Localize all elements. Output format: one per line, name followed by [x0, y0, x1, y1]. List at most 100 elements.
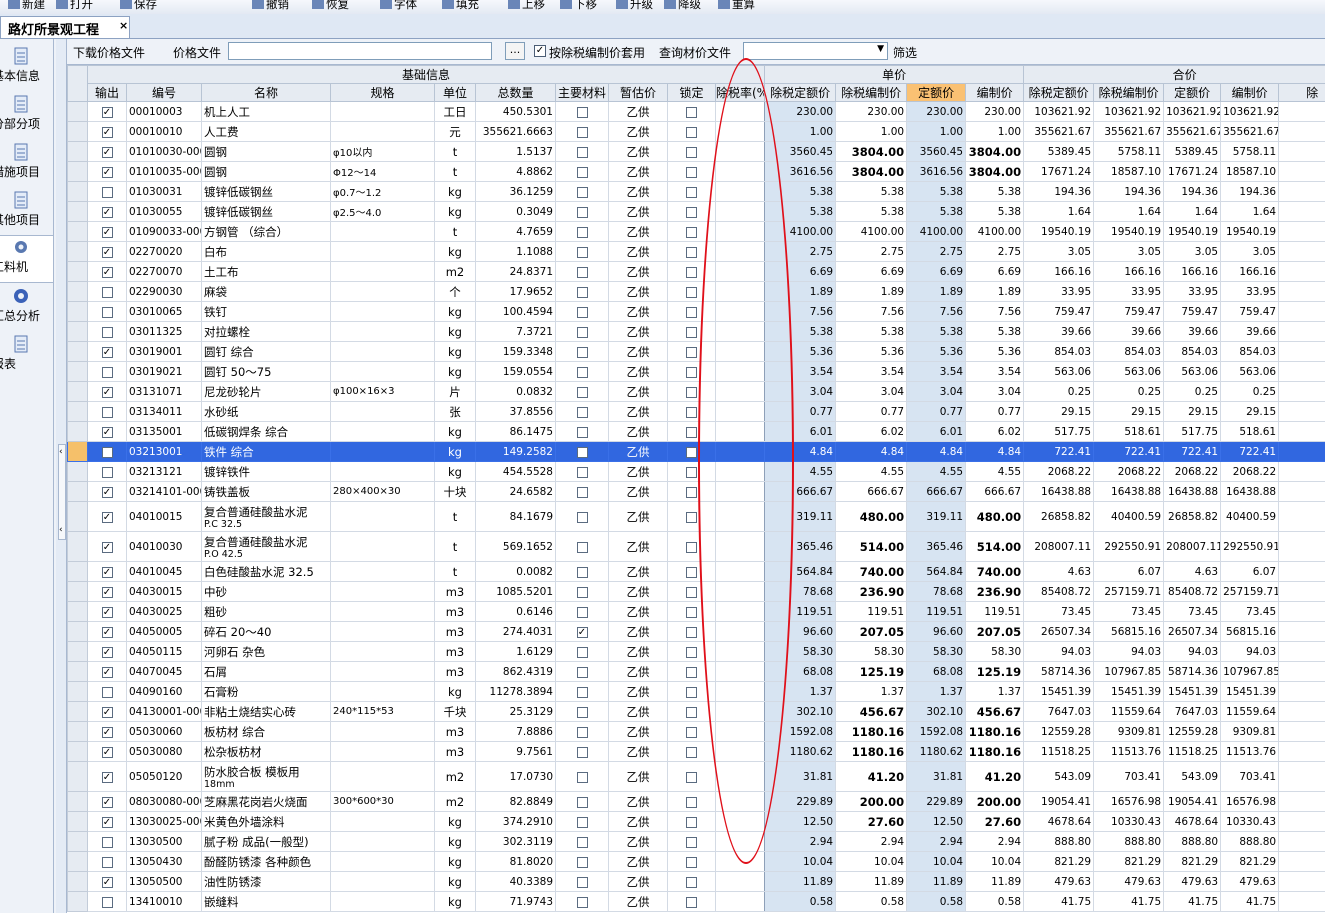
main-material-checkbox[interactable]: ✓ [576, 626, 588, 638]
lock-checkbox[interactable] [686, 626, 697, 638]
lock-checkbox[interactable] [686, 706, 697, 718]
table-row[interactable]: ✓ 03131071 尼龙砂轮片 φ100×16×3 片 0.0832 乙供 3.04 3.04… [67, 381, 1325, 402]
lock-checkbox[interactable] [686, 326, 697, 338]
lock-checkbox[interactable] [686, 726, 697, 738]
output-checkbox[interactable]: ✓ [101, 816, 113, 828]
main-material-checkbox[interactable] [576, 206, 588, 218]
lock-checkbox[interactable] [686, 246, 697, 258]
main-material-checkbox[interactable] [576, 286, 588, 298]
table-row[interactable]: ✓ 13050500 油性防锈漆 kg 40.3389 乙供 11.89 11.89 11.89… [67, 871, 1325, 892]
table-row[interactable]: ✓ 00010003 机上人工 工日 450.5301 乙供 230.00 230.00 230… [67, 101, 1325, 122]
output-checkbox[interactable]: ✓ [101, 606, 113, 618]
lock-checkbox[interactable] [686, 146, 697, 158]
table-row[interactable]: 02290030 麻袋个 17.9652 乙供 1.89 1.89 1.89 1.89 33.9… [67, 281, 1325, 302]
browse-button[interactable]: ... [505, 42, 525, 60]
output-checkbox[interactable]: ✓ [101, 106, 113, 118]
output-checkbox[interactable]: ✓ [101, 706, 113, 718]
lock-checkbox[interactable] [686, 446, 697, 458]
sidebar-item-0[interactable]: 基本信息 [0, 45, 53, 91]
toolbar-button-1[interactable]: 打开 [56, 0, 93, 12]
lock-checkbox[interactable] [686, 666, 697, 678]
lock-checkbox[interactable] [686, 816, 697, 828]
output-checkbox[interactable] [101, 836, 113, 848]
main-material-checkbox[interactable] [576, 816, 588, 828]
table-row[interactable]: 04090160 石膏粉 kg 11278.3894 乙供 1.37 1.37 1.37 1.3… [67, 681, 1325, 702]
lock-checkbox[interactable] [686, 186, 697, 198]
lock-checkbox[interactable] [686, 266, 697, 278]
tax-price-checkbox[interactable]: ✓ [534, 45, 546, 57]
table-row[interactable]: ✓ 08030080-000 芝麻黑花岗岩火烧面 300*600*30 m2 82.884… [67, 791, 1325, 812]
main-material-checkbox[interactable] [576, 326, 588, 338]
main-material-checkbox[interactable] [576, 166, 588, 178]
output-checkbox[interactable] [101, 446, 113, 458]
table-row[interactable]: 03213121 镀锌铁件 kg 454.5528 乙供 4.55 4.55 4.55 4.55… [67, 461, 1325, 482]
toolbar-button-2[interactable]: 保存 [120, 0, 157, 12]
column-header-unit-quota-excl-tax[interactable]: 除税定额价 [764, 83, 837, 102]
main-material-checkbox[interactable] [576, 771, 588, 783]
toolbar-button-9[interactable]: 升级 [616, 0, 653, 12]
column-header-name[interactable]: 名称 [201, 83, 331, 102]
lock-checkbox[interactable] [686, 856, 697, 868]
output-checkbox[interactable] [101, 286, 113, 298]
output-checkbox[interactable]: ✓ [101, 876, 113, 888]
sidebar-item-5[interactable]: 汇总分析 [0, 285, 53, 331]
column-header-unit-compiled-excl-tax[interactable]: 除税编制价 [835, 83, 908, 102]
main-material-checkbox[interactable] [576, 686, 588, 698]
lock-checkbox[interactable] [686, 466, 697, 478]
output-checkbox[interactable] [101, 466, 113, 478]
table-row[interactable]: ✓ 01030055 镀锌低碳钢丝 φ2.5～4.0 kg 0.3049 乙供 5.38 5.3… [67, 201, 1325, 222]
table-row[interactable]: 03011325 对拉螺栓 kg 7.3721 乙供 5.38 5.38 5.38 5.38 39… [67, 321, 1325, 342]
table-row[interactable]: ✓ 01010030-000 圆钢 φ10以内 t 1.5137 乙供 3560.45 3804… [67, 141, 1325, 162]
main-material-checkbox[interactable] [576, 836, 588, 848]
output-checkbox[interactable]: ✓ [101, 726, 113, 738]
column-header-spec[interactable]: 规格 [330, 83, 435, 102]
main-material-checkbox[interactable] [576, 386, 588, 398]
main-material-checkbox[interactable] [576, 366, 588, 378]
output-checkbox[interactable]: ✓ [101, 486, 113, 498]
main-material-checkbox[interactable] [576, 226, 588, 238]
toolbar-button-7[interactable]: 上移 [508, 0, 545, 12]
output-checkbox[interactable] [101, 896, 113, 908]
lock-checkbox[interactable] [686, 166, 697, 178]
toolbar-button-10[interactable]: 降级 [664, 0, 701, 12]
download-price-file-button[interactable]: 下载价格文件 [73, 44, 145, 61]
output-checkbox[interactable]: ✓ [101, 646, 113, 658]
table-row[interactable]: ✓ 04010015 复合普通硅酸盐水泥 P.C 32.5 t 84.1679 乙供 319.… [67, 501, 1325, 532]
lock-checkbox[interactable] [686, 306, 697, 318]
lock-checkbox[interactable] [686, 386, 697, 398]
table-row[interactable]: ✓ 00010010 人工费元 355621.6663 乙供 1.00 1.00 1.00 1.… [67, 121, 1325, 142]
lock-checkbox[interactable] [686, 796, 697, 808]
toolbar-button-0[interactable]: 新建 [8, 0, 45, 12]
main-material-checkbox[interactable] [576, 646, 588, 658]
lock-checkbox[interactable] [686, 106, 697, 118]
main-material-checkbox[interactable] [576, 566, 588, 578]
sidebar-item-6[interactable]: 报表 [0, 333, 53, 379]
lock-checkbox[interactable] [686, 126, 697, 138]
lock-checkbox[interactable] [686, 771, 697, 783]
sidebar-item-3[interactable]: 其他项目 [0, 189, 53, 235]
table-row[interactable]: ✓ 04050115 河卵石 杂色 m3 1.6129 乙供 58.30 58.30 58.30… [67, 641, 1325, 662]
lock-checkbox[interactable] [686, 366, 697, 378]
output-checkbox[interactable] [101, 686, 113, 698]
output-checkbox[interactable]: ✓ [101, 166, 113, 178]
table-row[interactable]: ✓ 01090033-000 方钢管 （综合） t 4.7659 乙供 4100.00 410… [67, 221, 1325, 242]
toolbar-button-11[interactable]: 重算 [718, 0, 755, 12]
main-material-checkbox[interactable] [576, 746, 588, 758]
main-material-checkbox[interactable] [576, 306, 588, 318]
query-price-select[interactable]: ▼ [743, 42, 888, 60]
table-row[interactable]: 03134011 水砂纸张 37.8556 乙供 0.77 0.77 0.77 0.77 29.… [67, 401, 1325, 422]
column-header-unit[interactable]: 单位 [434, 83, 476, 102]
output-checkbox[interactable]: ✓ [101, 796, 113, 808]
output-checkbox[interactable]: ✓ [101, 266, 113, 278]
output-checkbox[interactable]: ✓ [101, 146, 113, 158]
main-material-checkbox[interactable] [576, 346, 588, 358]
lock-checkbox[interactable] [686, 286, 697, 298]
table-row[interactable]: ✓ 04010030 复合普通硅酸盐水泥 P.O 42.5 t 569.1652 乙供 365… [67, 531, 1325, 562]
main-material-checkbox[interactable] [576, 266, 588, 278]
output-checkbox[interactable]: ✓ [101, 346, 113, 358]
lock-checkbox[interactable] [686, 646, 697, 658]
collapse-handle[interactable]: ‹ ‹ [58, 444, 66, 540]
column-header-total-quota[interactable]: 定额价 [1163, 83, 1222, 102]
main-material-checkbox[interactable] [576, 466, 588, 478]
output-checkbox[interactable]: ✓ [101, 386, 113, 398]
